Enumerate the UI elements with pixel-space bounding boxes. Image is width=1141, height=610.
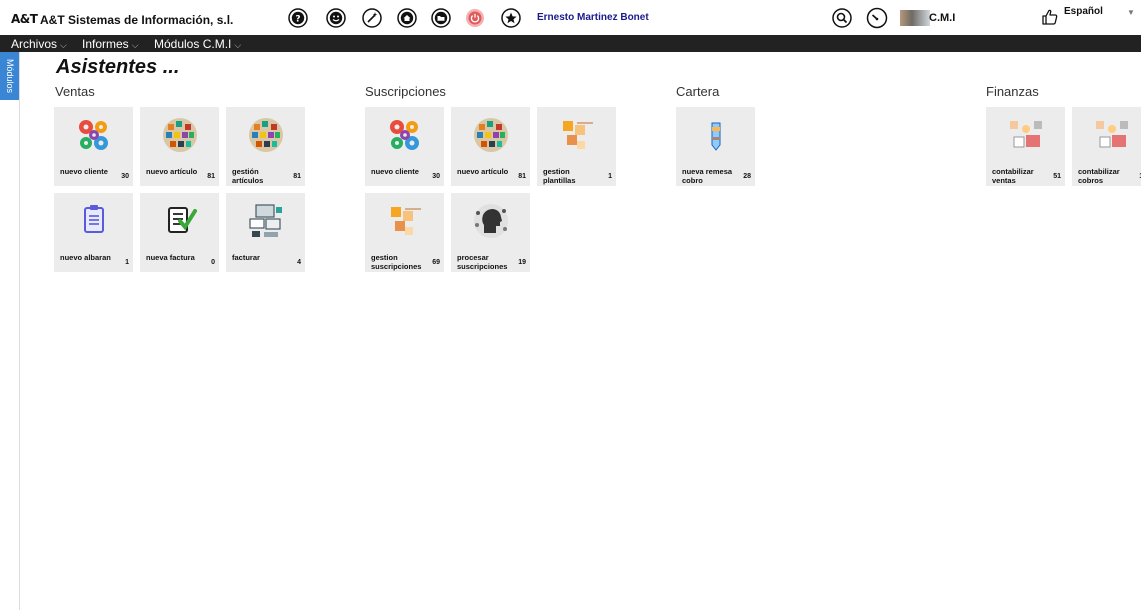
tile-ventas-nuevo-cliente[interactable]: nuevo cliente 30: [54, 107, 133, 186]
tile-ventas-gestion-articulos[interactable]: gestión artículos 81: [226, 107, 305, 186]
tile-suscripciones-nuevo-articulo[interactable]: nuevo artículo 81: [451, 107, 530, 186]
tile-count: 4: [297, 259, 301, 266]
tile-ventas-nueva-factura[interactable]: nueva factura 0: [140, 193, 219, 272]
tile-label: nuevo cliente: [371, 167, 419, 176]
tile-label: gestion suscripciones: [371, 253, 422, 271]
tile-count: 81: [293, 173, 301, 180]
chevron-down-icon: ⌵: [60, 40, 67, 50]
sidebar-modulos-tab[interactable]: Módulos: [0, 52, 19, 100]
company-name: A&T Sistemas de Información, s.l.: [40, 13, 234, 27]
tile-suscripciones-gestion-plantillas[interactable]: gestion plantillas 1: [537, 107, 616, 186]
tile-ventas-nuevo-articulo[interactable]: nuevo artículo 81: [140, 107, 219, 186]
tile-label: gestion plantillas: [543, 167, 576, 185]
tile-label: nueva factura: [146, 253, 195, 262]
cmi-module-label[interactable]: C.M.I: [929, 12, 955, 24]
puzzle-icon: [391, 207, 421, 235]
tile-cartera-nueva-remesa-cobro[interactable]: nueva remesa cobro 28: [676, 107, 755, 186]
language-value: Español: [1064, 6, 1103, 17]
tile-count: 81: [518, 173, 526, 180]
tile-label: nueva remesa cobro: [682, 167, 733, 185]
tile-ventas-facturar[interactable]: facturar 4: [226, 193, 305, 272]
section-title-ventas: Ventas: [55, 84, 95, 99]
cmi-module-thumbnail[interactable]: [900, 10, 930, 26]
tile-count: 0: [211, 259, 215, 266]
folder-icon[interactable]: [431, 8, 451, 28]
chevron-down-icon: ⌵: [234, 40, 242, 50]
tile-count: 69: [432, 259, 440, 266]
icon-cloud-icon: [249, 118, 283, 152]
tile-label: gestión artículos: [232, 167, 264, 185]
power-icon[interactable]: [465, 8, 485, 28]
accounting-icon: [1096, 121, 1128, 148]
user-name[interactable]: Ernesto Martinez Bonet: [537, 12, 649, 23]
menu-modulos-cmi[interactable]: Módulos C.M.I ⌵: [154, 37, 241, 51]
page-title: Asistentes ...: [56, 56, 180, 78]
menu-bar: Archivos ⌵ Informes ⌵ Módulos C.M.I ⌵: [0, 35, 1141, 52]
dashboard-gauge-icon[interactable]: [866, 7, 888, 29]
section-title-cartera: Cartera: [676, 84, 720, 99]
menu-archivos-label: Archivos: [11, 37, 58, 51]
thumbs-up-icon[interactable]: [1041, 8, 1059, 26]
tile-label: nuevo cliente: [60, 167, 108, 176]
language-select[interactable]: Español ▼: [1064, 6, 1140, 22]
tile-count: 30: [432, 173, 440, 180]
section-title-suscripciones: Suscripciones: [365, 84, 446, 99]
menu-modulos-cmi-label: Módulos C.M.I: [154, 37, 232, 51]
tile-count: 1: [608, 173, 612, 180]
search-icon[interactable]: [832, 8, 852, 28]
checklist-icon: [168, 207, 197, 233]
head-icons-icon: [474, 204, 508, 238]
sidebar-divider: [19, 52, 20, 610]
tile-label: procesar suscripciones: [457, 253, 508, 271]
tile-label: contabilizar ventas: [992, 167, 1034, 185]
top-bar: A&T A&T Sistemas de Información, s.l. ?: [0, 0, 1141, 35]
chevron-down-icon: ▼: [1127, 8, 1135, 17]
smile-icon[interactable]: [326, 8, 346, 28]
tile-count: 1: [125, 259, 129, 266]
menu-informes[interactable]: Informes ⌵: [82, 37, 139, 51]
tile-finanzas-contabilizar-cobros[interactable]: contabilizar cobros 19: [1072, 107, 1141, 186]
tile-suscripciones-procesar-suscripciones[interactable]: procesar suscripciones 19: [451, 193, 530, 272]
tile-count: 51: [1053, 173, 1061, 180]
menu-informes-label: Informes: [82, 37, 129, 51]
tile-label: contabilizar cobros: [1078, 167, 1120, 185]
help-icon[interactable]: ?: [288, 8, 308, 28]
devices-icon: [249, 204, 282, 237]
tile-label: facturar: [232, 253, 260, 262]
tile-count: 19: [518, 259, 526, 266]
accounting-icon: [1010, 121, 1042, 148]
pen-icon: [711, 122, 721, 151]
tile-finanzas-contabilizar-ventas[interactable]: contabilizar ventas 51: [986, 107, 1065, 186]
icon-cloud-icon: [163, 118, 197, 152]
magic-wand-icon[interactable]: [362, 8, 382, 28]
section-title-finanzas: Finanzas: [986, 84, 1039, 99]
tile-suscripciones-nuevo-cliente[interactable]: nuevo cliente 30: [365, 107, 444, 186]
company-logo: A&T: [11, 12, 38, 26]
clipboard-icon: [84, 205, 104, 233]
star-icon[interactable]: [501, 8, 521, 28]
puzzle-icon: [563, 121, 593, 149]
home-icon[interactable]: [397, 8, 417, 28]
tile-count: 28: [743, 173, 751, 180]
icon-cloud-icon: [474, 118, 508, 152]
chevron-down-icon: ⌵: [131, 40, 139, 50]
tile-label: nuevo albaran: [60, 253, 111, 262]
svg-text:?: ?: [295, 15, 300, 25]
tile-count: 81: [207, 173, 215, 180]
menu-archivos[interactable]: Archivos ⌵: [11, 37, 67, 51]
tile-label: nuevo artículo: [457, 167, 509, 176]
tile-label: nuevo artículo: [146, 167, 198, 176]
tile-ventas-nuevo-albaran[interactable]: nuevo albaran 1: [54, 193, 133, 272]
tile-suscripciones-gestion-suscripciones[interactable]: gestion suscripciones 69: [365, 193, 444, 272]
gears-icon: [390, 120, 419, 150]
tile-count: 30: [121, 173, 129, 180]
gears-icon: [79, 120, 108, 150]
